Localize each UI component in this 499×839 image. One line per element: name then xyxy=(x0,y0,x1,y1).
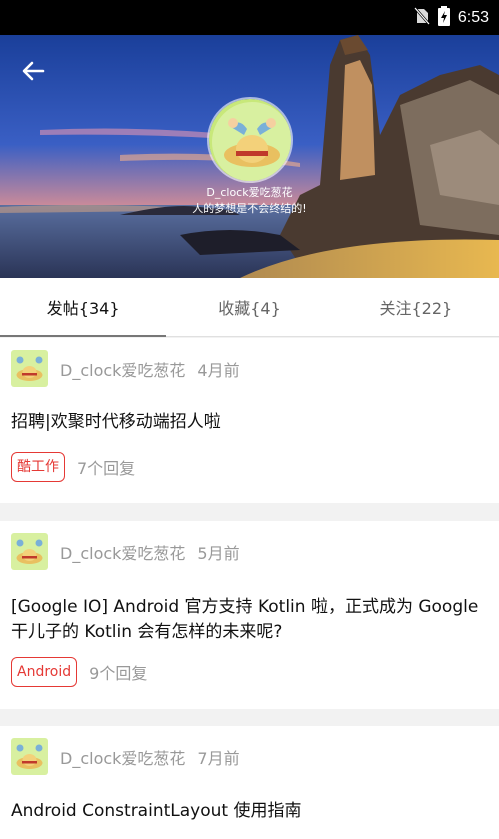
post-time: 7月前 xyxy=(197,748,240,768)
post-title[interactable]: 招聘|欢聚时代移动端招人啦 xyxy=(11,410,485,435)
profile-avatar[interactable] xyxy=(207,97,293,183)
battery-charging-icon xyxy=(437,6,450,30)
arrow-left-icon xyxy=(22,61,45,81)
post-item[interactable]: D_clock爱吃葱花 7月前 Android ConstraintLayout… xyxy=(0,726,499,839)
post-author[interactable]: D_clock爱吃葱花 xyxy=(60,357,185,381)
post-tag[interactable]: 酷工作 xyxy=(11,452,65,482)
author-avatar[interactable] xyxy=(11,533,48,570)
post-title[interactable]: Android ConstraintLayout 使用指南 xyxy=(11,799,485,824)
tab-favorites[interactable]: 收藏{4} xyxy=(166,278,332,336)
profile-signature: 人的梦想是不会终结的! xyxy=(192,202,307,215)
status-bar: 6:53 xyxy=(0,0,499,35)
author-avatar[interactable] xyxy=(11,738,48,775)
post-time: 5月前 xyxy=(197,543,240,563)
post-item[interactable]: D_clock爱吃葱花 4月前 招聘|欢聚时代移动端招人啦 酷工作 7个回复 xyxy=(0,338,499,503)
reply-count: 9个回复 xyxy=(89,664,148,683)
clock: 6:53 xyxy=(457,9,489,26)
post-title[interactable]: [Google IO] Android 官方支持 Kotlin 啦，正式成为 G… xyxy=(11,595,485,645)
tab-bar: 发帖{34} 收藏{4} 关注{22} xyxy=(0,278,499,337)
post-author[interactable]: D_clock爱吃葱花 xyxy=(60,745,185,769)
no-sim-icon xyxy=(413,7,430,29)
post-time: 4月前 xyxy=(197,360,240,380)
post-item[interactable]: D_clock爱吃葱花 5月前 [Google IO] Android 官方支持… xyxy=(0,521,499,709)
post-author[interactable]: D_clock爱吃葱花 xyxy=(60,540,185,564)
profile-header: D_clock爱吃葱花 人的梦想是不会终结的! xyxy=(0,35,499,278)
reply-count: 7个回复 xyxy=(77,459,136,478)
tab-following[interactable]: 关注{22} xyxy=(333,278,499,336)
back-button[interactable] xyxy=(17,55,49,87)
post-tag[interactable]: Android xyxy=(11,657,78,687)
author-avatar[interactable] xyxy=(11,350,48,387)
profile-name: D_clock爱吃葱花 xyxy=(206,186,293,199)
tab-posts[interactable]: 发帖{34} xyxy=(0,278,167,337)
